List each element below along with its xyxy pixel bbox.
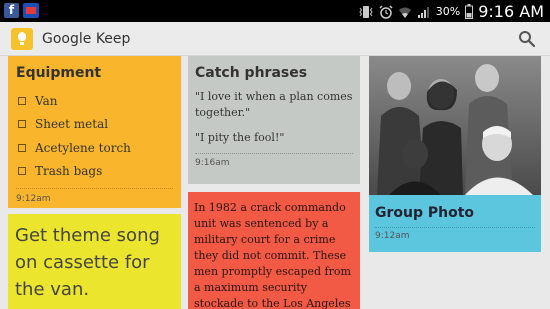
note-title: Group Photo xyxy=(375,205,475,221)
checkbox-icon[interactable] xyxy=(18,143,26,152)
media-icon xyxy=(23,3,39,18)
checklist-item[interactable]: Trash bags xyxy=(16,160,173,184)
clock: 9:16 AM xyxy=(478,2,544,21)
wifi-icon xyxy=(398,7,411,18)
alarm-icon xyxy=(379,4,393,19)
search-icon[interactable] xyxy=(518,30,536,48)
divider xyxy=(375,227,535,228)
battery-percent: 30% xyxy=(435,5,461,18)
keep-bulb-icon[interactable] xyxy=(11,28,33,50)
status-bar: f 30% 9:16 AM xyxy=(0,0,550,22)
note-story[interactable]: In 1982 a crack commando unit was senten… xyxy=(188,192,360,309)
checklist-item[interactable]: Acetylene torch xyxy=(16,136,173,160)
note-timestamp: 9:12am xyxy=(375,231,410,241)
divider xyxy=(195,153,353,154)
note-catch-phrases[interactable]: Catch phrases "I love it when a plan com… xyxy=(188,56,360,184)
note-timestamp: 9:16am xyxy=(195,158,230,168)
vibrate-icon xyxy=(359,5,373,18)
note-timestamp: 9:12am xyxy=(16,194,51,204)
note-theme-song[interactable]: Get theme song on cassette for the van. xyxy=(8,214,181,309)
signal-icon xyxy=(417,6,429,18)
checkbox-icon[interactable] xyxy=(18,96,26,105)
note-text: In 1982 a crack commando unit was senten… xyxy=(194,201,351,309)
note-title: Catch phrases xyxy=(195,65,308,81)
note-text: Get theme song on cassette for the van. xyxy=(15,225,160,300)
note-quote: "I pity the fool!" xyxy=(195,131,285,144)
checklist: Van Sheet metal Acetylene torch Trash ba… xyxy=(16,89,173,183)
note-quote: "I love it when a plan comes together." xyxy=(195,90,353,119)
checkbox-icon[interactable] xyxy=(18,120,26,129)
group-photo-image xyxy=(369,56,541,195)
note-title: Equipment xyxy=(16,65,102,81)
checklist-item[interactable]: Van xyxy=(16,89,173,113)
checkbox-icon[interactable] xyxy=(18,167,26,176)
app-title: Google Keep xyxy=(42,31,131,47)
action-bar: Google Keep xyxy=(0,22,550,56)
note-group-photo[interactable]: Group Photo 9:12am xyxy=(369,56,541,252)
note-equipment[interactable]: Equipment Van Sheet metal Acetylene torc… xyxy=(8,56,181,208)
battery-icon xyxy=(465,4,474,19)
checklist-item[interactable]: Sheet metal xyxy=(16,113,173,137)
facebook-icon: f xyxy=(4,3,19,18)
divider xyxy=(16,188,173,189)
